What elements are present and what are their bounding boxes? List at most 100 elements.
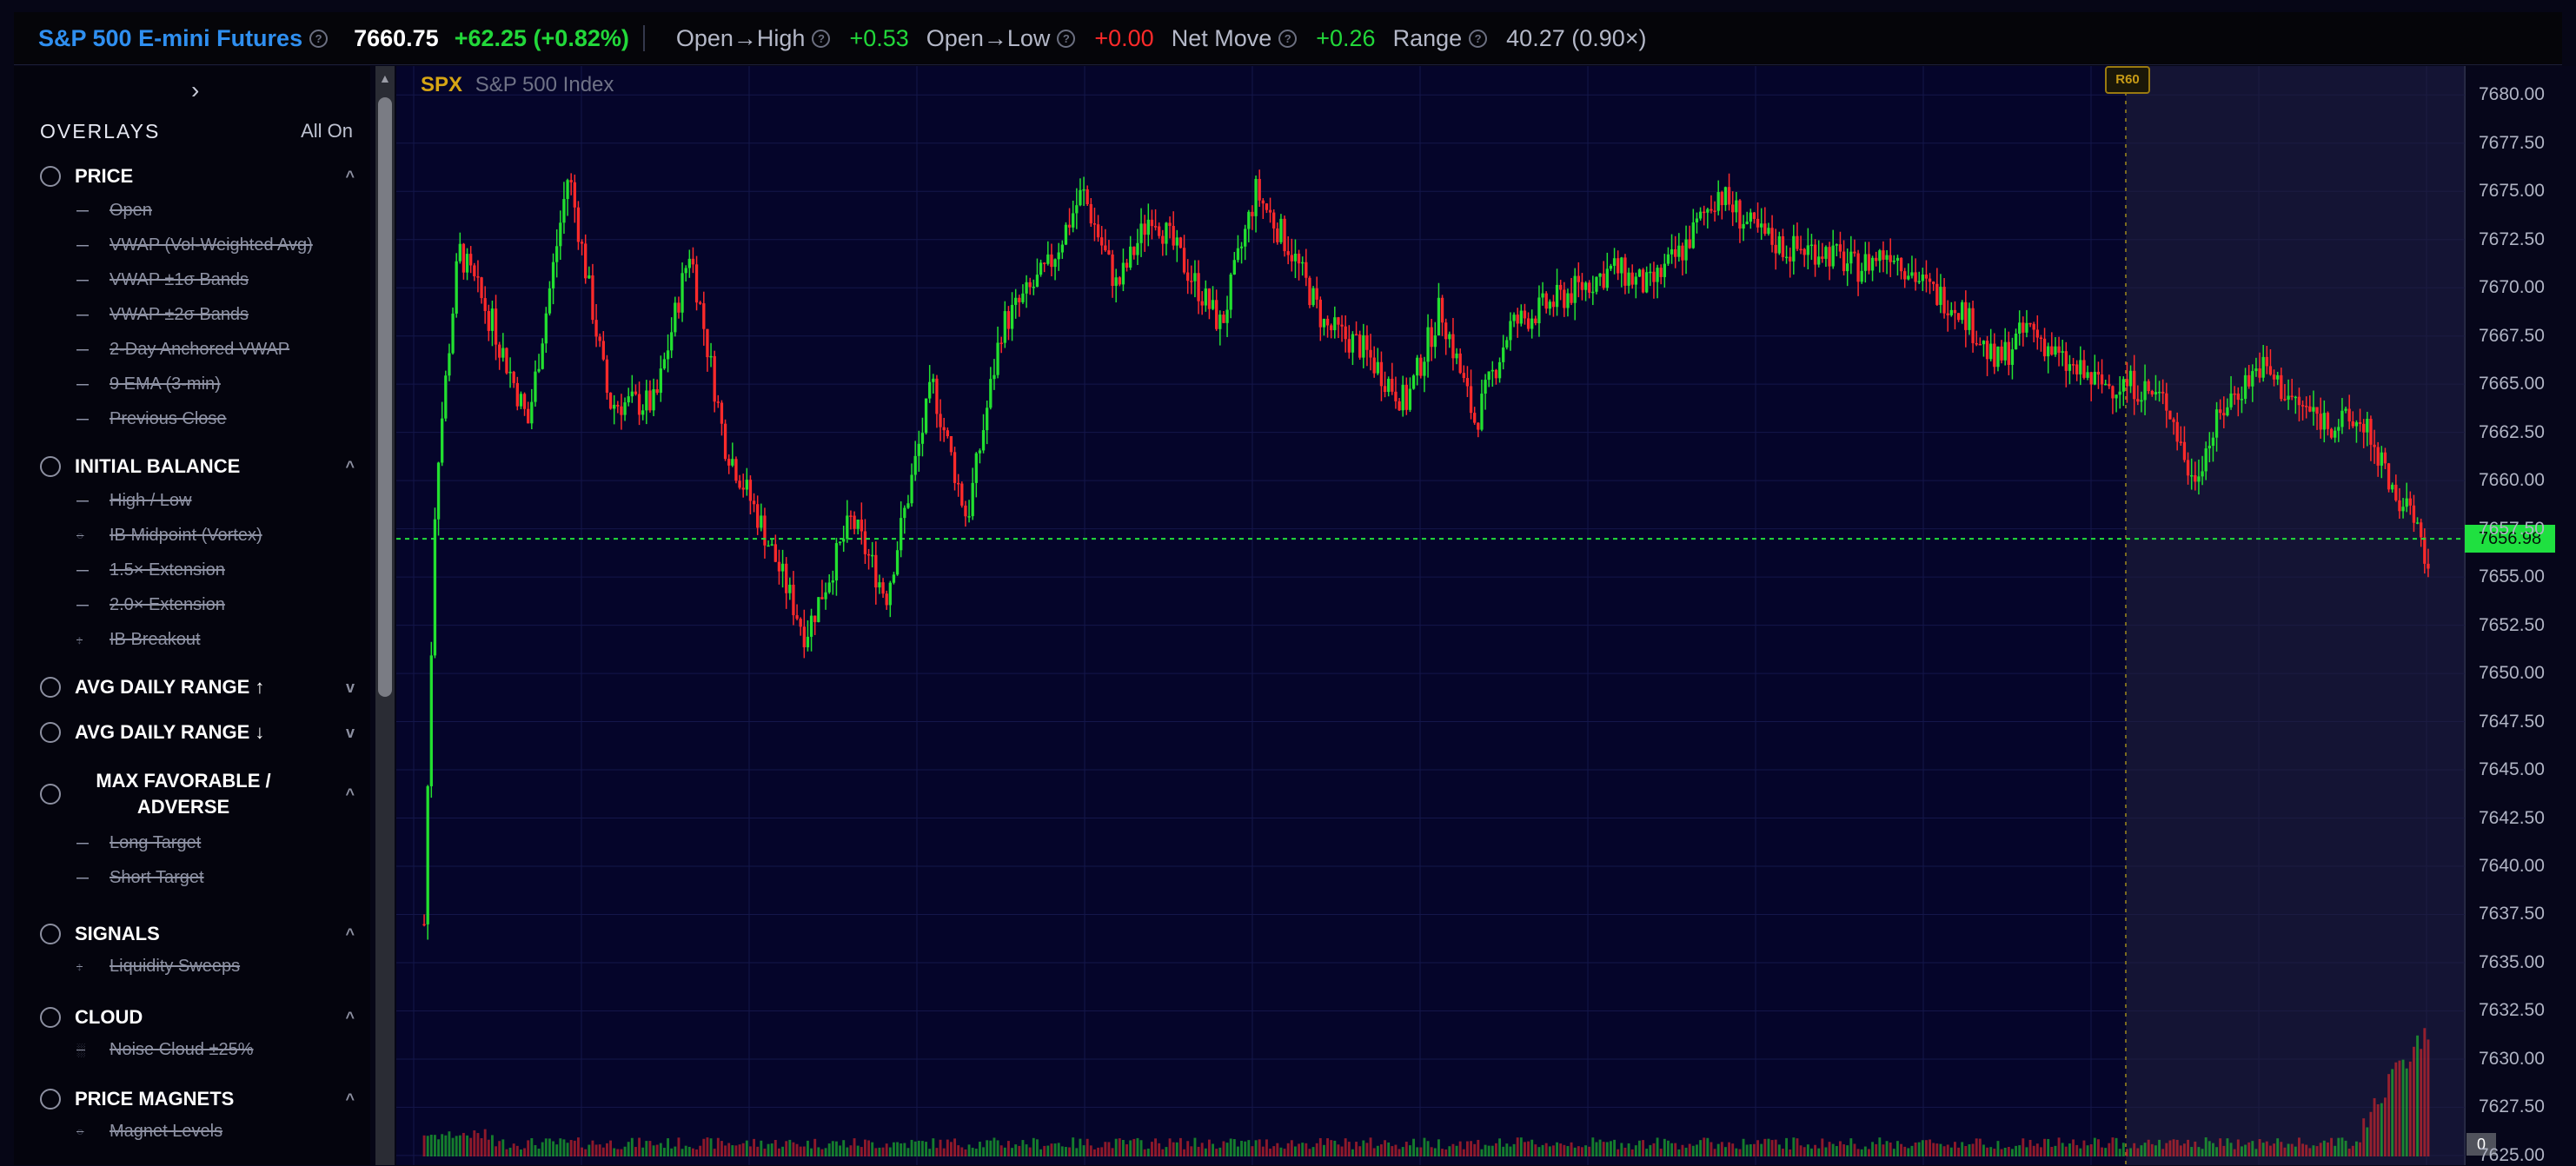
section-header-price[interactable]: PRICE ^ <box>40 165 370 188</box>
open-high-label: Open→High <box>675 24 806 51</box>
session-shade <box>2126 66 2465 1165</box>
help-icon[interactable]: ? <box>1057 29 1076 48</box>
help-icon[interactable]: ? <box>812 29 831 48</box>
chevron-up-icon[interactable]: ^ <box>345 1009 355 1027</box>
candle-body <box>817 597 820 623</box>
help-icon[interactable]: ? <box>1469 29 1488 48</box>
volume-bar <box>1828 1142 1831 1156</box>
price-chart[interactable]: SPX S&P 500 Index R60 7656.98 0 7680.00 7… <box>396 66 2576 1165</box>
candle-body <box>1408 388 1412 410</box>
candle-body <box>2219 409 2222 414</box>
volume-bar <box>1728 1142 1731 1156</box>
candle-body <box>2233 393 2236 395</box>
candle-body <box>1419 357 1423 376</box>
price-axis-tick: 7650.00 <box>2479 663 2545 684</box>
candle-body <box>1752 212 1756 219</box>
overlay-item-ib-15x[interactable]: — 1.5× Extension <box>40 553 370 587</box>
all-on-toggle[interactable]: All On <box>301 120 353 142</box>
price-axis-tick: 7627.50 <box>2479 1096 2545 1117</box>
radio-icon[interactable] <box>40 784 61 805</box>
volume-bar <box>584 1149 588 1156</box>
overlay-item-magnet-levels[interactable]: ○ Magnet Levels <box>40 1114 370 1149</box>
overlay-item-long-target[interactable]: — Long Target <box>40 825 370 860</box>
section-label: AVG DAILY RANGE ↑ <box>75 676 265 698</box>
overlay-item-ib-high-low[interactable]: — High / Low <box>40 483 370 518</box>
candle-body <box>892 574 896 583</box>
volume-bar <box>1351 1149 1354 1156</box>
candle-body <box>2032 323 2035 330</box>
symbol-name[interactable]: S&P 500 E-mini Futures <box>38 25 302 52</box>
section-header-cloud[interactable]: CLOUD ^ <box>40 1006 370 1029</box>
candle-body <box>2039 337 2043 340</box>
candle-body <box>576 207 581 242</box>
volume-bar <box>495 1146 498 1156</box>
overlay-item-open[interactable]: — Open <box>40 193 370 228</box>
overlay-item-short-target[interactable]: — Short Target <box>40 860 370 895</box>
overlay-item-anchored-vwap[interactable]: — 2-Day Anchored VWAP <box>40 332 370 367</box>
help-icon[interactable]: ? <box>309 29 329 48</box>
section-header-price-magnets[interactable]: PRICE MAGNETS ^ <box>40 1088 370 1110</box>
overlay-item-liquidity-sweeps[interactable]: ↕ Liquidity Sweeps <box>40 949 370 984</box>
overlay-item-vwap[interactable]: — VWAP (Vol-Weighted Avg) <box>40 228 370 262</box>
radio-icon[interactable] <box>40 1007 61 1028</box>
section-header-adr-down[interactable]: AVG DAILY RANGE ↓ v <box>40 721 370 744</box>
section-header-adr-up[interactable]: AVG DAILY RANGE ↑ v <box>40 676 370 699</box>
chevron-down-icon[interactable]: v <box>346 724 355 742</box>
overlay-item-ib-breakout[interactable]: ↕ IB Breakout <box>40 622 370 657</box>
volume-bar <box>469 1137 473 1156</box>
chevron-up-icon[interactable]: ^ <box>345 168 355 186</box>
volume-bar <box>1953 1142 1956 1156</box>
section-header-signals[interactable]: SIGNALS ^ <box>40 923 370 945</box>
updown-arrow-icon: ↕ <box>76 633 83 646</box>
radio-icon[interactable] <box>40 677 61 698</box>
candle-body <box>2261 356 2265 378</box>
volume-bar <box>573 1140 576 1156</box>
volume-bar <box>1398 1149 1401 1156</box>
candle-body <box>1703 211 1706 214</box>
candlestick-chart[interactable] <box>396 66 2576 1165</box>
radio-icon[interactable] <box>40 1089 61 1110</box>
volume-bar <box>2133 1143 2136 1156</box>
volume-bar <box>1706 1137 1710 1156</box>
chevron-up-icon[interactable]: ^ <box>345 925 355 944</box>
candle-body <box>2240 399 2244 401</box>
volume-bar <box>1060 1146 1064 1156</box>
candle-body <box>777 561 781 572</box>
sidebar-scrollbar-thumb[interactable] <box>378 97 392 697</box>
candle-body <box>666 350 670 360</box>
radio-icon[interactable] <box>40 722 61 743</box>
candle-body <box>569 180 573 182</box>
overlay-item-vwap-2sd[interactable]: — VWAP ±2σ Bands <box>40 297 370 332</box>
section-header-initial-balance[interactable]: INITIAL BALANCE ^ <box>40 455 370 478</box>
dots-icon: ░ <box>76 1043 85 1057</box>
volume-bar <box>2197 1147 2201 1156</box>
chevron-right-icon[interactable]: › <box>191 76 199 104</box>
candle-body <box>974 453 978 483</box>
radio-icon[interactable] <box>40 166 61 187</box>
volume-bar <box>1014 1144 1018 1156</box>
chevron-down-icon[interactable]: v <box>346 679 355 697</box>
candle-body <box>1663 263 1666 277</box>
overlay-item-noise-cloud[interactable]: ░ Noise Cloud ±25% <box>40 1032 370 1067</box>
chevron-up-icon[interactable]: ^ <box>345 785 355 804</box>
candle-body <box>455 261 458 314</box>
candle-body <box>727 459 731 466</box>
candle-body <box>2197 476 2201 482</box>
overlay-item-ib-midpoint[interactable]: ○ IB Midpoint (Vortex) <box>40 518 370 553</box>
candle-body <box>1318 299 1322 328</box>
chevron-up-icon[interactable]: ^ <box>345 1090 355 1109</box>
candle-body <box>1846 263 1849 272</box>
scroll-up-arrow-icon[interactable]: ▲ <box>379 71 391 85</box>
volume-bar <box>2194 1141 2197 1156</box>
overlay-item-ib-20x[interactable]: — 2.0× Extension <box>40 587 370 622</box>
section-header-max-favorable-adverse[interactable]: MAX FAVORABLE / ADVERSE ^ <box>40 768 370 820</box>
radio-icon[interactable] <box>40 924 61 944</box>
candle-body <box>1039 262 1043 275</box>
help-icon[interactable]: ? <box>1278 29 1298 48</box>
overlay-item-ema[interactable]: — 9 EMA (3-min) <box>40 367 370 401</box>
overlay-item-vwap-1sd[interactable]: — VWAP ±1σ Bands <box>40 262 370 297</box>
radio-icon[interactable] <box>40 456 61 477</box>
r60-marker-badge[interactable]: R60 <box>2105 66 2150 94</box>
chevron-up-icon[interactable]: ^ <box>345 458 355 476</box>
overlay-item-prev-close[interactable]: — Previous Close <box>40 401 370 436</box>
